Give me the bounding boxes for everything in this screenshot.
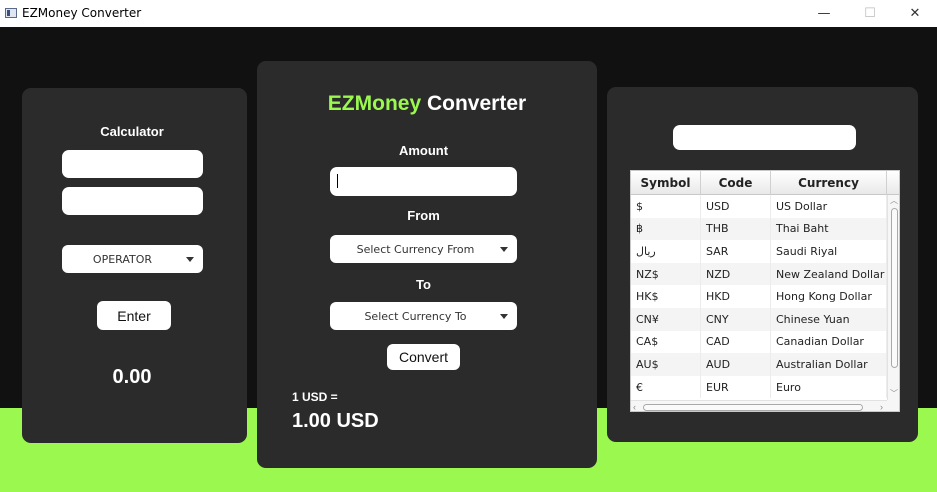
convert-button[interactable]: Convert xyxy=(387,344,460,370)
currency-to-select[interactable]: Select Currency To xyxy=(330,302,517,330)
amount-input[interactable] xyxy=(330,167,517,196)
cell-currency: New Zealand Dollar xyxy=(771,262,887,286)
rate-text: 1 USD = xyxy=(292,390,338,404)
table-row[interactable]: CN¥ CNY Chinese Yuan xyxy=(631,307,887,331)
scroll-down-icon[interactable]: ﹀ xyxy=(890,390,898,398)
table-row[interactable]: HK$ HKD Hong Kong Dollar xyxy=(631,285,887,308)
table-row[interactable]: ฿ THB Thai Baht xyxy=(631,217,887,241)
cell-symbol: € xyxy=(631,375,701,399)
cell-code: SAR xyxy=(701,240,771,263)
column-header-code[interactable]: Code xyxy=(701,171,771,195)
cell-currency: Saudi Riyal xyxy=(771,240,887,263)
cell-symbol: AU$ xyxy=(631,353,701,376)
to-label: To xyxy=(416,277,431,292)
column-header-currency[interactable]: Currency xyxy=(771,171,887,195)
table-row[interactable]: € EUR Euro xyxy=(631,375,887,399)
window-title: EZMoney Converter xyxy=(22,6,142,20)
cell-symbol: $ xyxy=(631,195,701,218)
app-heading-rest: Converter xyxy=(426,92,527,115)
cell-code: THB xyxy=(701,217,771,241)
cell-code: AUD xyxy=(701,353,771,376)
app-icon xyxy=(5,8,17,18)
maximize-button[interactable]: ☐ xyxy=(847,0,893,27)
cell-currency: US Dollar xyxy=(771,195,887,218)
scrollbar-corner xyxy=(887,400,899,411)
table-row[interactable]: NZ$ NZD New Zealand Dollar xyxy=(631,262,887,286)
enter-button[interactable]: Enter xyxy=(97,301,171,330)
cell-currency: Chinese Yuan xyxy=(771,307,887,331)
cell-code: CNY xyxy=(701,307,771,331)
table-row[interactable]: CA$ CAD Canadian Dollar xyxy=(631,330,887,354)
minimize-button[interactable]: — xyxy=(801,0,847,27)
conversion-result: 1.00 USD xyxy=(292,410,379,432)
calculator-title: Calculator xyxy=(100,124,164,139)
app-heading: EZMoney Converter xyxy=(257,92,597,116)
operator-select-label: OPERATOR xyxy=(92,252,153,266)
text-caret xyxy=(337,174,338,188)
table-body: $ USD US Dollar ฿ THB Thai Baht ريال SAR… xyxy=(631,195,887,399)
table-row[interactable]: ريال SAR Saudi Riyal xyxy=(631,240,887,263)
table-row[interactable]: AU$ AUD Australian Dollar xyxy=(631,353,887,376)
currency-search-input[interactable] xyxy=(673,125,856,150)
cell-code: USD xyxy=(701,195,771,218)
chevron-down-icon xyxy=(500,314,508,319)
operator-select[interactable]: OPERATOR xyxy=(62,245,203,273)
from-label: From xyxy=(407,208,440,223)
vertical-scrollbar[interactable]: ︿ ﹀ xyxy=(887,195,899,400)
calculator-result: 0.00 xyxy=(112,366,152,388)
calculator-input-1[interactable] xyxy=(62,150,203,178)
cell-currency: Euro xyxy=(771,375,887,399)
cell-symbol: HK$ xyxy=(631,285,701,308)
cell-code: HKD xyxy=(701,285,771,308)
table-header: Symbol Code Currency xyxy=(631,171,887,195)
cell-symbol: NZ$ xyxy=(631,262,701,286)
app-heading-brand: EZMoney xyxy=(327,92,422,115)
cell-symbol: ฿ xyxy=(631,217,701,241)
cell-symbol: ريال xyxy=(631,240,701,263)
horizontal-scrollbar[interactable]: ‹ › xyxy=(631,400,887,411)
cell-code: EUR xyxy=(701,375,771,399)
chevron-down-icon xyxy=(186,257,194,262)
cell-symbol: CN¥ xyxy=(631,307,701,331)
calculator-input-2[interactable] xyxy=(62,187,203,215)
cell-currency: Hong Kong Dollar xyxy=(771,285,887,308)
scroll-up-icon[interactable]: ︿ xyxy=(890,197,898,205)
scroll-left-icon[interactable]: ‹ xyxy=(633,402,636,411)
title-bar: EZMoney Converter — ☐ ✕ xyxy=(0,0,937,27)
column-header-symbol[interactable]: Symbol xyxy=(631,171,701,195)
currency-from-select[interactable]: Select Currency From xyxy=(330,235,517,263)
scroll-right-icon[interactable]: › xyxy=(880,402,883,411)
converter-panel xyxy=(257,61,597,468)
cell-code: CAD xyxy=(701,330,771,354)
chevron-down-icon xyxy=(500,247,508,252)
currency-from-label: Select Currency From xyxy=(356,242,475,256)
table-header-filler xyxy=(887,171,899,195)
cell-currency: Thai Baht xyxy=(771,217,887,241)
currency-to-label: Select Currency To xyxy=(364,309,467,323)
vertical-scroll-thumb[interactable] xyxy=(891,208,898,368)
table-row[interactable]: $ USD US Dollar xyxy=(631,195,887,218)
amount-label: Amount xyxy=(398,143,449,158)
cell-symbol: CA$ xyxy=(631,330,701,354)
close-button[interactable]: ✕ xyxy=(892,0,937,27)
cell-code: NZD xyxy=(701,262,771,286)
cell-currency: Australian Dollar xyxy=(771,353,887,376)
horizontal-scroll-thumb[interactable] xyxy=(643,404,863,411)
cell-currency: Canadian Dollar xyxy=(771,330,887,354)
currency-table[interactable]: Symbol Code Currency $ USD US Dollar ฿ T… xyxy=(630,170,900,412)
